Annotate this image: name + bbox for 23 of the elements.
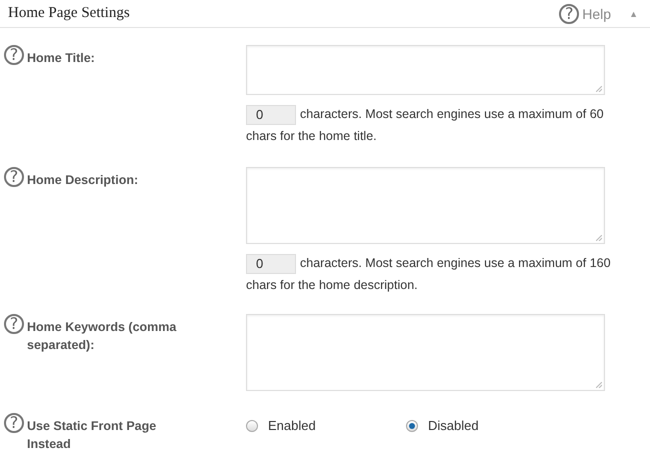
help-icon[interactable]: ?	[4, 45, 24, 65]
resize-grip-icon[interactable]	[596, 235, 602, 241]
resize-grip-icon[interactable]	[596, 382, 602, 388]
radio-button[interactable]	[246, 420, 258, 432]
help-link[interactable]: Help	[582, 6, 612, 22]
resize-grip-icon[interactable]	[596, 86, 602, 92]
field-label: Home Title:	[27, 50, 96, 67]
help-icon[interactable]: ?	[4, 314, 24, 334]
field-label: Home Description:	[27, 172, 140, 189]
text-area[interactable]	[246, 167, 605, 244]
character-count-hint: 0 characters. Most search engines use a maximum of 160 chars for the home description.	[246, 252, 612, 294]
radio-label[interactable]: Disabled	[428, 418, 479, 433]
help-icon[interactable]: ?	[4, 167, 24, 187]
help-icon[interactable]: ?	[4, 413, 24, 433]
panel-title: Home Page Settings	[8, 5, 131, 22]
text-area[interactable]	[246, 45, 605, 95]
character-count-hint: 0 characters. Most search engines use a maximum of 60 chars for the home title.	[246, 104, 605, 145]
help-icon[interactable]: ?	[559, 4, 580, 24]
radio-label[interactable]: Enabled	[268, 418, 316, 433]
radio-button[interactable]	[406, 420, 418, 432]
field-label: Use Static Front Page Instead	[27, 418, 158, 453]
field-label: Home Keywords (comma separated):	[27, 319, 178, 354]
text-area[interactable]	[246, 314, 605, 391]
